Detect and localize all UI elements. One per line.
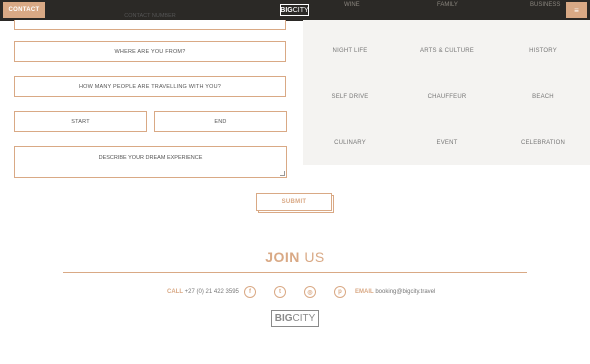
- end-date-field[interactable]: END: [154, 111, 287, 132]
- category-beach[interactable]: BEACH: [532, 94, 554, 100]
- pinterest-icon[interactable]: p: [334, 286, 346, 298]
- experience-categories-panel: NIGHT LIFE ARTS & CULTURE HISTORY SELF D…: [303, 20, 590, 165]
- submit-button[interactable]: SUBMIT: [256, 193, 332, 211]
- call-label: CALL: [167, 289, 183, 295]
- email-label: EMAIL: [355, 289, 374, 295]
- footer-logo-bold: BIG: [274, 313, 293, 324]
- category-culinary[interactable]: CULINARY: [334, 140, 366, 146]
- call-number[interactable]: +27 (0) 21 422 3595: [185, 289, 239, 295]
- category-celebration[interactable]: CELEBRATION: [521, 140, 565, 146]
- category-arts-culture[interactable]: ARTS & CULTURE: [420, 48, 474, 54]
- footer-logo[interactable]: BIG CITY: [271, 310, 319, 327]
- start-date-field[interactable]: START: [14, 111, 147, 132]
- people-count-field[interactable]: HOW MANY PEOPLE ARE TRAVELLING WITH YOU?: [14, 76, 286, 97]
- where-from-field[interactable]: WHERE ARE YOU FROM?: [14, 41, 286, 62]
- nav-item-business[interactable]: BUSINESS: [530, 2, 560, 8]
- logo-text-light: CITY: [292, 6, 309, 14]
- footer-divider: [63, 272, 527, 273]
- dream-experience-placeholder: DESCRIBE YOUR DREAM EXPERIENCE: [98, 155, 203, 161]
- category-chauffeur[interactable]: CHAUFFEUR: [428, 94, 467, 100]
- join-heading-light: US: [304, 249, 325, 265]
- category-night-life[interactable]: NIGHT LIFE: [333, 48, 368, 54]
- category-history[interactable]: HISTORY: [529, 48, 557, 54]
- email-info: EMAIL booking@bigcity.travel: [355, 289, 435, 295]
- facebook-icon[interactable]: f: [244, 286, 256, 298]
- join-us-heading: JOIN US: [0, 249, 590, 265]
- call-info: CALL +27 (0) 21 422 3595: [167, 289, 239, 295]
- twitter-icon[interactable]: t: [274, 286, 286, 298]
- email-address[interactable]: booking@bigcity.travel: [375, 289, 435, 295]
- submit-button-group: SUBMIT: [256, 193, 334, 213]
- menu-button[interactable]: ≡: [566, 2, 587, 18]
- nav-item-wine[interactable]: WINE: [344, 2, 360, 8]
- contact-number-placeholder: CONTACT NUMBER: [124, 13, 176, 19]
- hamburger-icon: ≡: [574, 5, 579, 15]
- instagram-icon[interactable]: ◎: [304, 286, 316, 298]
- footer-logo-light: CITY: [292, 313, 316, 324]
- category-self-drive[interactable]: SELF DRIVE: [331, 94, 368, 100]
- nav-item-family[interactable]: FAMILY: [437, 2, 458, 8]
- join-heading-bold: JOIN: [265, 249, 300, 265]
- resize-grip-icon[interactable]: [280, 171, 285, 176]
- contact-number-field[interactable]: CONTACT NUMBER: [14, 13, 286, 30]
- category-event[interactable]: EVENT: [436, 140, 457, 146]
- dream-experience-textarea[interactable]: DESCRIBE YOUR DREAM EXPERIENCE: [14, 146, 287, 178]
